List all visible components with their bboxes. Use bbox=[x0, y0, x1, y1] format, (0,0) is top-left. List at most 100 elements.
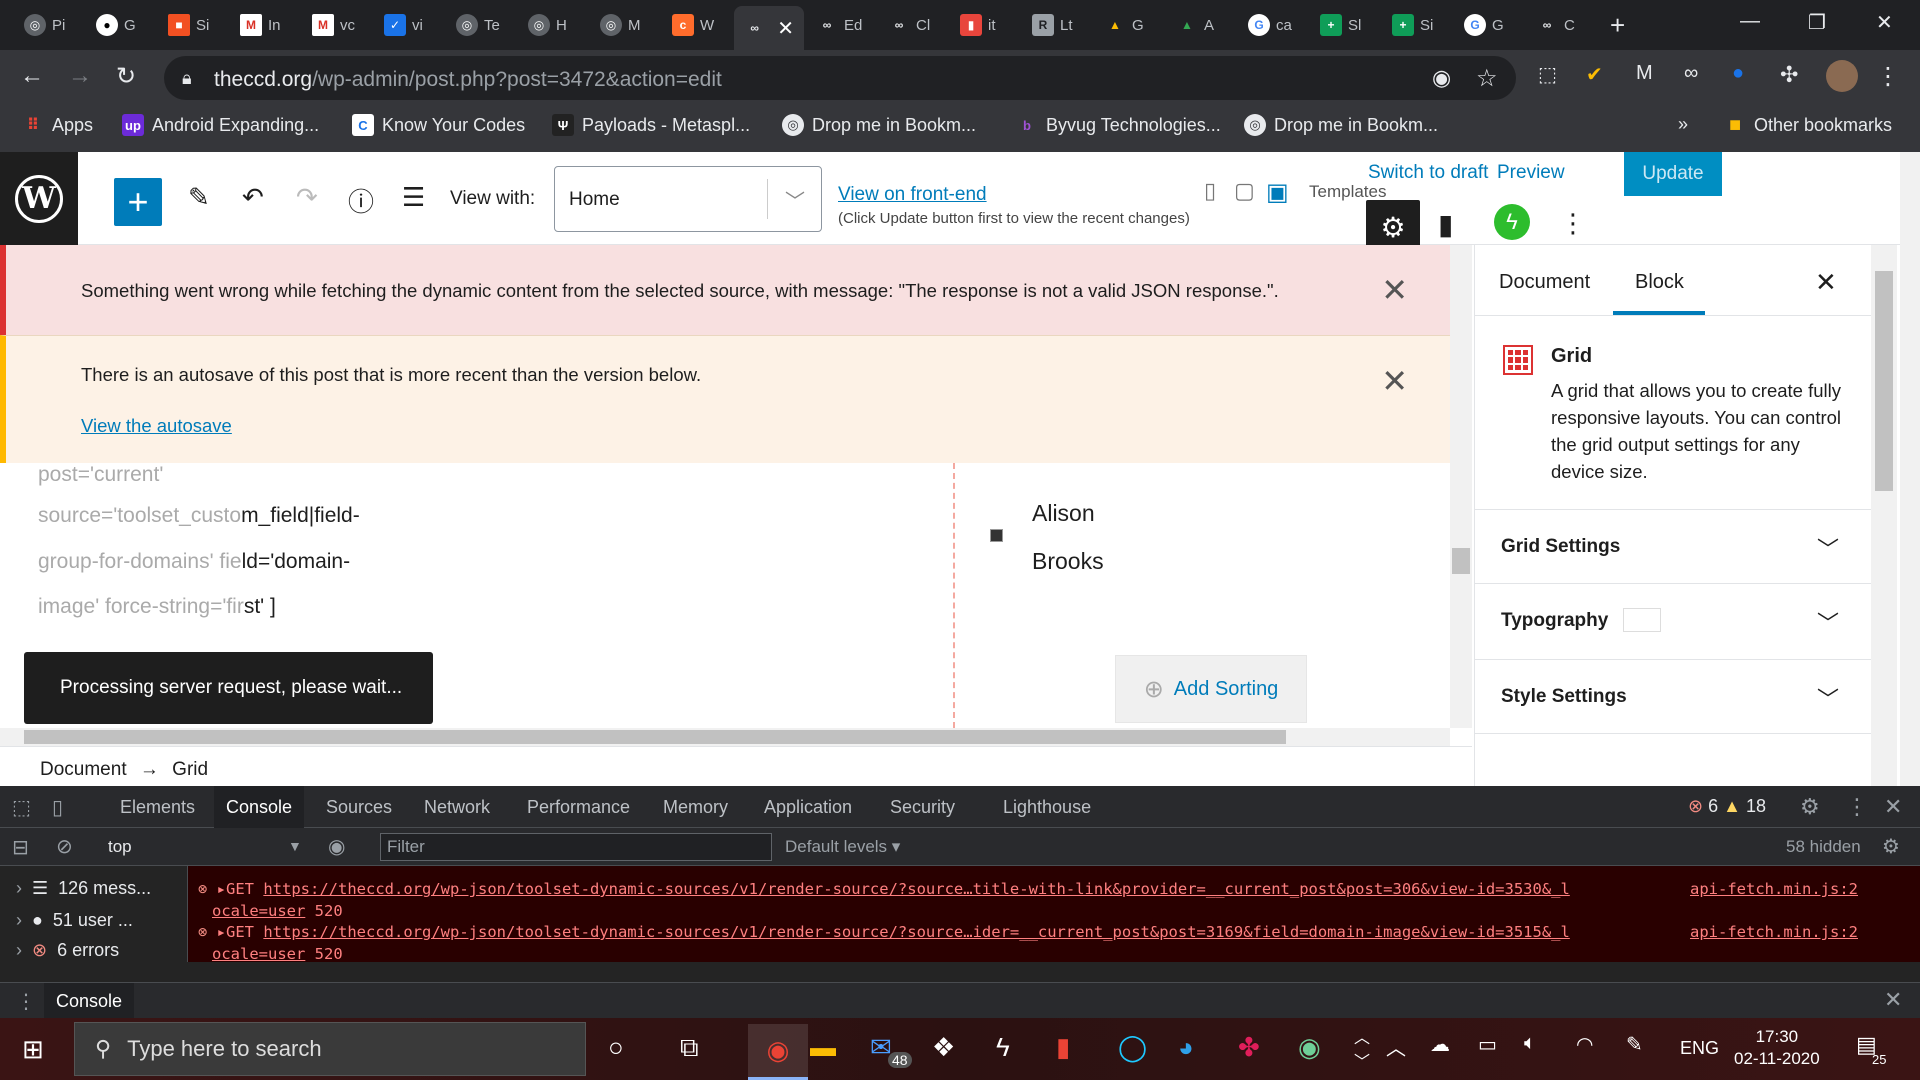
error-source-link[interactable]: api-fetch.min.js:2 bbox=[1690, 878, 1858, 900]
tab-document[interactable]: Document bbox=[1499, 271, 1590, 294]
devtools-tab-performance[interactable]: Performance bbox=[527, 797, 630, 818]
office-icon[interactable]: ▮ bbox=[1056, 1032, 1070, 1063]
browser-tab[interactable]: + Sl bbox=[1320, 8, 1361, 42]
add-block-button[interactable]: + bbox=[114, 178, 162, 226]
mobile-preview-icon[interactable]: ▯ bbox=[1204, 178, 1216, 204]
extension-icon[interactable]: ⬚ bbox=[1538, 62, 1557, 87]
browser-tab[interactable]: ∞ Cl bbox=[888, 8, 930, 42]
inspect-icon[interactable]: ⬚ bbox=[12, 795, 31, 820]
bookmark-item[interactable]: ◎ Drop me in Bookm... bbox=[1244, 114, 1438, 136]
pen-icon[interactable]: ✎ bbox=[1626, 1032, 1643, 1057]
console-error-row[interactable]: ⊗ ▸GET https://theccd.org/wp-json/toolse… bbox=[198, 921, 1898, 965]
clock[interactable]: 17:30 02-11-2020 bbox=[1734, 1026, 1820, 1070]
panel-grid-settings[interactable]: Grid Settings ﹀ bbox=[1475, 509, 1871, 583]
bookmark-item[interactable]: b Byvug Technologies... bbox=[1016, 114, 1221, 136]
checkmark-extension-icon[interactable]: ✔ bbox=[1586, 62, 1603, 87]
address-bar[interactable]: 🔒︎ theccd.org/wp-admin/post.php?post=347… bbox=[164, 56, 1516, 100]
list-view-icon[interactable]: ☰ bbox=[402, 182, 425, 213]
dropbox-icon[interactable]: ❖ bbox=[932, 1032, 955, 1063]
app-icon[interactable]: ◉ bbox=[1298, 1032, 1321, 1063]
avatar[interactable] bbox=[1826, 60, 1858, 92]
kebab-menu-icon[interactable]: ⋮ bbox=[16, 989, 36, 1014]
browser-tab[interactable]: ◎ Pi bbox=[24, 8, 65, 42]
other-bookmarks[interactable]: ■ Other bookmarks bbox=[1724, 114, 1892, 136]
gmail-extension-icon[interactable]: M bbox=[1636, 62, 1653, 85]
preview-button[interactable]: Preview bbox=[1497, 162, 1565, 184]
sidebar-scrollbar[interactable] bbox=[1871, 245, 1897, 786]
gear-icon[interactable]: ⚙ bbox=[1882, 834, 1900, 859]
devtools-tab-application[interactable]: Application bbox=[764, 797, 852, 818]
wordpress-logo[interactable]: W bbox=[0, 152, 78, 245]
shield-extension-icon[interactable]: ● bbox=[1732, 62, 1744, 85]
canvas-horizontal-scrollbar[interactable] bbox=[0, 728, 1450, 746]
wifi-icon[interactable]: ◠ bbox=[1576, 1032, 1593, 1057]
bookmark-item[interactable]: up Android Expanding... bbox=[122, 114, 319, 136]
context-select[interactable]: top bbox=[108, 837, 132, 857]
browser-tab[interactable]: ∞ C bbox=[1536, 8, 1575, 42]
error-source-link[interactable]: api-fetch.min.js:2 bbox=[1690, 921, 1858, 943]
taskbar-scroll-icon[interactable]: ︿ ﹀ bbox=[1354, 1024, 1370, 1072]
show-hidden-icons[interactable]: ︿ bbox=[1386, 1032, 1406, 1061]
tablet-preview-icon[interactable]: ▢ bbox=[1234, 178, 1255, 204]
lightning-icon[interactable]: ϟ bbox=[1494, 204, 1530, 240]
browser-tab[interactable]: Mvc bbox=[312, 8, 355, 42]
error-url-link[interactable]: ocale=user bbox=[212, 945, 305, 963]
close-icon[interactable]: ✕ bbox=[1381, 362, 1408, 400]
browser-tab[interactable]: R Lt bbox=[1032, 8, 1073, 42]
slack-icon[interactable]: ✤ bbox=[1238, 1032, 1260, 1063]
devtools-tab-memory[interactable]: Memory bbox=[663, 797, 728, 818]
browser-tab[interactable]: ▮ it bbox=[960, 8, 996, 42]
cortana-icon[interactable]: ○ bbox=[608, 1032, 624, 1063]
restore-icon[interactable]: ❐ bbox=[1808, 10, 1826, 35]
browser-tab[interactable]: ▲ G bbox=[1104, 8, 1144, 42]
console-error-row[interactable]: ⊗ ▸GET https://theccd.org/wp-json/toolse… bbox=[198, 878, 1898, 922]
redo-icon[interactable]: ↷ bbox=[296, 182, 318, 213]
new-tab-button[interactable]: + bbox=[1610, 8, 1625, 42]
undo-icon[interactable]: ↶ bbox=[242, 182, 264, 213]
bookmark-item[interactable]: ◎ Drop me in Bookm... bbox=[782, 114, 976, 136]
reload-icon[interactable]: ↻ bbox=[116, 62, 136, 91]
breadcrumb-document[interactable]: Document bbox=[40, 759, 127, 780]
sidebar-messages[interactable]: › ☰ 126 mess... bbox=[16, 878, 151, 899]
lightning-app-icon[interactable]: ϟ bbox=[996, 1032, 1010, 1063]
kebab-menu-icon[interactable]: ⋮ bbox=[1846, 794, 1868, 820]
bookmarks-overflow-button[interactable]: » bbox=[1678, 114, 1688, 135]
desktop-preview-icon[interactable]: ▣ bbox=[1266, 178, 1289, 207]
windows-start-icon[interactable]: ⊞ bbox=[22, 1034, 44, 1065]
view-autosave-link[interactable]: View the autosave bbox=[81, 415, 232, 437]
bookmark-item[interactable]: Ψ Payloads - Metaspl... bbox=[552, 114, 750, 136]
task-view-icon[interactable]: ⧉ bbox=[680, 1032, 699, 1064]
chevron-down-icon[interactable]: ▼ bbox=[288, 838, 302, 854]
sidebar-user-messages[interactable]: › ● 51 user ... bbox=[16, 910, 133, 931]
close-window-icon[interactable]: ✕ bbox=[1876, 10, 1893, 35]
devtools-tab-lighthouse[interactable]: Lighthouse bbox=[1003, 797, 1091, 818]
console-filter-input[interactable]: Filter bbox=[380, 833, 772, 861]
file-explorer-icon[interactable]: ▬ bbox=[810, 1032, 836, 1063]
seo-extension-icon[interactable]: ∞ bbox=[1684, 62, 1698, 85]
browser-tab-active[interactable]: ∞ ✕ bbox=[734, 6, 804, 50]
device-toggle-icon[interactable]: ▯ bbox=[52, 795, 63, 820]
devtools-tab-sources[interactable]: Sources bbox=[326, 797, 392, 818]
issue-counts[interactable]: ⊗ 6 ▲ 18 bbox=[1688, 796, 1766, 817]
more-options-icon[interactable]: ⋮ bbox=[1560, 208, 1586, 239]
close-tab-icon[interactable]: ✕ bbox=[777, 16, 794, 41]
templates-label[interactable]: Templates bbox=[1309, 182, 1386, 202]
error-url-link[interactable]: https://theccd.org/wp-json/toolset-dynam… bbox=[263, 923, 1569, 941]
minimize-icon[interactable]: — bbox=[1740, 10, 1760, 33]
browser-tab[interactable]: cW bbox=[672, 8, 714, 42]
close-icon[interactable]: ✕ bbox=[1884, 794, 1902, 820]
taskbar-search[interactable]: ⚲ Type here to search bbox=[74, 1022, 586, 1076]
canvas-vertical-scrollbar[interactable] bbox=[1450, 245, 1472, 728]
devtools-tab-security[interactable]: Security bbox=[890, 797, 955, 818]
close-sidebar-icon[interactable]: ✕ bbox=[1815, 267, 1837, 298]
view-with-select[interactable]: Home ﹀ bbox=[554, 166, 822, 232]
browser-tab[interactable]: ✓ vi bbox=[384, 8, 423, 42]
browser-tab[interactable]: M In bbox=[240, 8, 281, 42]
browser-tab[interactable]: ∞ Ed bbox=[816, 8, 863, 42]
eye-icon[interactable]: ◉ bbox=[328, 834, 345, 859]
forward-icon[interactable]: → bbox=[68, 62, 92, 90]
browser-tab[interactable]: Gca bbox=[1248, 8, 1292, 42]
tab-block[interactable]: Block bbox=[1635, 271, 1684, 294]
clipboard-icon[interactable]: ▮ bbox=[1438, 208, 1453, 241]
browser-tab[interactable]: GG bbox=[1464, 8, 1504, 42]
